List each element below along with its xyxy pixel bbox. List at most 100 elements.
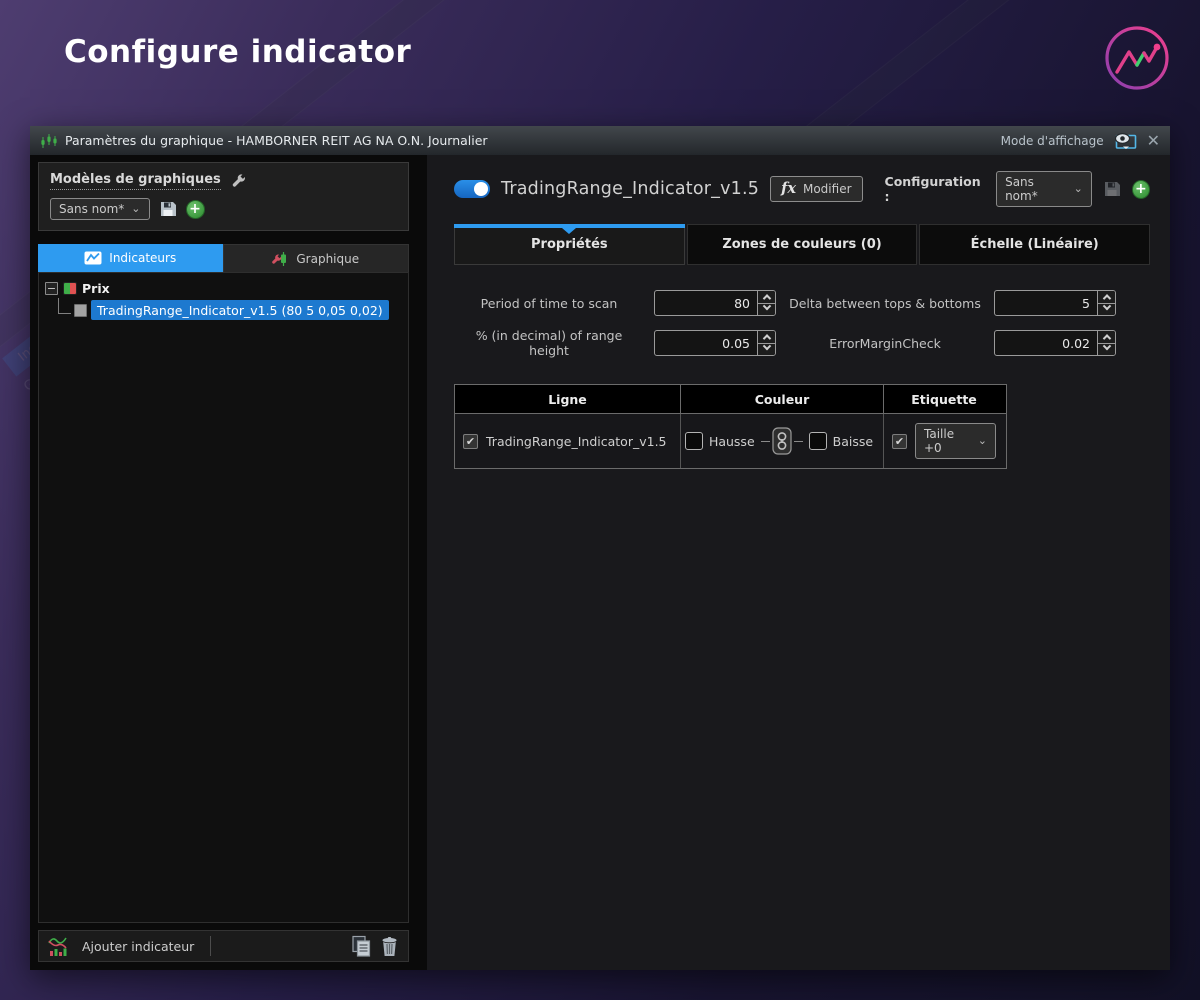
table-header-row: Ligne Couleur Etiquette — [455, 385, 1006, 413]
column-header-etiquette: Etiquette — [884, 385, 1004, 413]
label-size-value: Taille +0 — [924, 427, 971, 455]
collapse-icon[interactable]: − — [45, 282, 58, 295]
page-title: Configure indicator — [64, 34, 411, 70]
chevron-down-icon: ⌄ — [978, 438, 987, 445]
sidebar-footer: Ajouter indicateur — [38, 930, 409, 962]
tree-elbow-line — [58, 298, 71, 314]
window-titlebar: Paramètres du graphique - HAMBORNER REIT… — [30, 126, 1170, 155]
link-colors-icon[interactable] — [772, 427, 792, 455]
field-label: % (in decimal) of range height — [454, 328, 644, 358]
close-icon[interactable]: ✕ — [1147, 133, 1160, 149]
indicator-title: TradingRange_Indicator_v1.5 — [501, 179, 759, 199]
display-mode-label: Mode d'affichage — [1001, 134, 1104, 148]
save-template-icon[interactable] — [159, 200, 177, 218]
spinner — [1097, 291, 1115, 315]
main-panel: TradingRange_Indicator_v1.5 fx Modifier … — [427, 155, 1170, 970]
chart-templates-panel: Modèles de graphiques Sans nom* ⌄ — [38, 162, 409, 231]
field-label: Period of time to scan — [454, 296, 644, 311]
indicator-toggle[interactable] — [454, 180, 490, 198]
sidebar: Modèles de graphiques Sans nom* ⌄ — [30, 155, 417, 970]
spinner — [1097, 331, 1115, 355]
brand-logo — [1101, 22, 1173, 94]
chevron-down-icon: ⌄ — [1074, 186, 1083, 193]
hausse-label: Hausse — [709, 434, 755, 449]
delta-field — [994, 290, 1116, 316]
chart-settings-icon — [272, 251, 289, 267]
baisse-color-swatch[interactable] — [809, 432, 827, 450]
tab-indicateurs[interactable]: Indicateurs — [38, 244, 223, 272]
tab-graphique[interactable]: Graphique — [223, 244, 410, 272]
indicator-tree-checkbox[interactable] — [74, 304, 87, 317]
trash-icon[interactable] — [380, 936, 399, 957]
label-cell: ✔ Taille +0 ⌄ — [884, 414, 1004, 468]
add-indicator-icon — [48, 935, 74, 957]
copy-icon[interactable] — [350, 935, 372, 957]
tree-item-prix[interactable]: − Prix — [45, 281, 402, 296]
spinner-down-button[interactable] — [1098, 304, 1115, 316]
template-select[interactable]: Sans nom* ⌄ — [50, 198, 150, 220]
candlestick-icon — [40, 133, 58, 149]
save-configuration-icon[interactable] — [1103, 180, 1121, 198]
tree-item-indicator[interactable]: TradingRange_Indicator_v1.5 (80 5 0,05 0… — [91, 300, 389, 320]
configuration-select[interactable]: Sans nom* ⌄ — [996, 171, 1092, 207]
add-indicator-button[interactable]: Ajouter indicateur — [82, 939, 194, 954]
color-cell: Hausse — [681, 414, 884, 468]
table-row: ✔ TradingRange_Indicator_v1.5 Hausse — [455, 413, 1006, 468]
tree-root-label: Prix — [82, 281, 110, 296]
parameters-form: Period of time to scan Delta between top… — [454, 290, 1150, 358]
spinner-down-button[interactable] — [758, 344, 775, 356]
page-background: Indicateurs Graphique TradingRange_Indic… — [0, 0, 1200, 1000]
fx-icon: fx — [781, 180, 796, 197]
wrench-icon[interactable] — [231, 173, 247, 189]
period-of-time-input[interactable] — [655, 291, 757, 315]
spinner — [757, 291, 775, 315]
tab-echelle[interactable]: Échelle (Linéaire) — [919, 224, 1150, 265]
period-of-time-field — [654, 290, 776, 316]
tab-echelle-label: Échelle (Linéaire) — [971, 237, 1099, 252]
spinner-down-button[interactable] — [1098, 344, 1115, 356]
tab-zones-de-couleurs[interactable]: Zones de couleurs (0) — [687, 224, 918, 265]
line-cell: ✔ TradingRange_Indicator_v1.5 — [455, 414, 681, 468]
settings-window: Paramètres du graphique - HAMBORNER REIT… — [30, 126, 1170, 970]
delta-input[interactable] — [995, 291, 1097, 315]
chevron-down-icon: ⌄ — [131, 206, 140, 213]
price-icon — [63, 282, 77, 295]
line-chart-logo-icon — [1101, 22, 1173, 94]
spinner — [757, 331, 775, 355]
hausse-color-swatch[interactable] — [685, 432, 703, 450]
window-body: Modèles de graphiques Sans nom* ⌄ — [30, 155, 1170, 970]
templates-title: Modèles de graphiques — [50, 172, 221, 190]
main-tabs: Propriétés Zones de couleurs (0) Échelle… — [454, 224, 1150, 265]
add-template-button[interactable]: + — [186, 200, 205, 219]
configuration-select-value: Sans nom* — [1005, 175, 1066, 203]
baisse-label: Baisse — [833, 434, 873, 449]
active-tab-accent — [454, 224, 685, 228]
display-mode-icon[interactable] — [1113, 132, 1138, 150]
line-visible-checkbox[interactable]: ✔ — [463, 434, 478, 449]
spinner-down-button[interactable] — [758, 304, 775, 316]
tab-zones-label: Zones de couleurs (0) — [722, 237, 881, 252]
indicator-header: TradingRange_Indicator_v1.5 fx Modifier … — [454, 171, 1150, 207]
range-height-input[interactable] — [655, 331, 757, 355]
window-title: Paramètres du graphique - HAMBORNER REIT… — [65, 133, 488, 148]
footer-divider — [210, 936, 211, 956]
label-size-select[interactable]: Taille +0 ⌄ — [915, 423, 996, 459]
tab-proprietes[interactable]: Propriétés — [454, 224, 685, 265]
tab-indicateurs-label: Indicateurs — [109, 251, 176, 265]
tab-proprietes-label: Propriétés — [531, 237, 608, 252]
error-margin-field — [994, 330, 1116, 356]
field-label: ErrorMarginCheck — [786, 336, 984, 351]
indicators-icon — [84, 251, 102, 265]
link-connector — [761, 441, 770, 442]
add-configuration-button[interactable]: + — [1132, 180, 1150, 199]
field-label: Delta between tops & bottoms — [786, 296, 984, 311]
column-header-couleur: Couleur — [681, 385, 884, 413]
tab-graphique-label: Graphique — [296, 252, 359, 266]
link-connector — [794, 441, 803, 442]
label-visible-checkbox[interactable]: ✔ — [892, 434, 907, 449]
indicator-tree: − Prix TradingRange_Indicator_v1.5 (80 5… — [38, 272, 409, 923]
configuration-label: Configuration : — [885, 174, 986, 204]
modify-button[interactable]: fx Modifier — [770, 176, 862, 202]
error-margin-input[interactable] — [995, 331, 1097, 355]
modify-button-label: Modifier — [803, 182, 852, 196]
